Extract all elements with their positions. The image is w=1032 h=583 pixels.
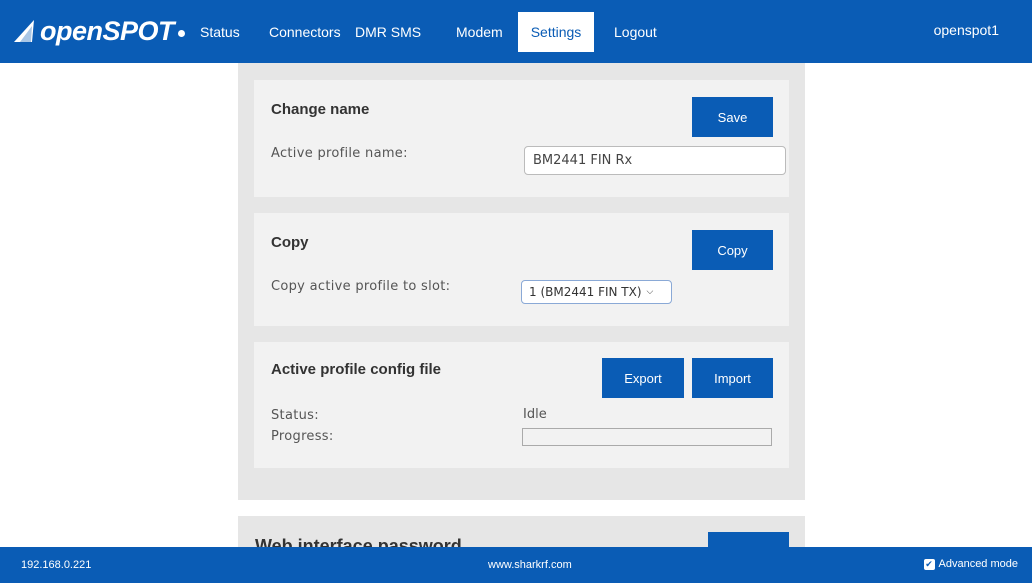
copy-title: Copy: [271, 234, 309, 251]
copy-slot-label: Copy active profile to slot:: [271, 279, 451, 294]
hostname: openspot1: [933, 22, 999, 38]
nav-modem[interactable]: Modem: [440, 12, 519, 52]
change-name-title: Change name: [271, 101, 370, 118]
chevron-down-icon: ⌵: [646, 287, 654, 297]
checkbox-checked-icon[interactable]: ✔: [923, 558, 935, 570]
footer-bar: 192.168.0.221 www.sharkrf.com ✔ Advanced…: [0, 547, 1032, 583]
brand-name: openSPOT: [40, 15, 175, 46]
config-file-card: Active profile config file Export Import…: [254, 342, 789, 468]
brand-logo[interactable]: openSPOT: [12, 14, 186, 48]
shark-fin-icon: [14, 20, 34, 42]
status-value: Idle: [523, 407, 547, 422]
save-button[interactable]: Save: [692, 97, 773, 137]
import-button[interactable]: Import: [692, 358, 773, 398]
status-label: Status:: [271, 408, 319, 423]
nav-dmr-sms[interactable]: DMR SMS: [339, 12, 437, 52]
active-profile-name-input[interactable]: [524, 146, 786, 175]
nav-status[interactable]: Status: [184, 12, 256, 52]
slot-select[interactable]: 1 (BM2441 FIN TX) ⌵: [521, 280, 672, 304]
advanced-mode-toggle[interactable]: ✔ Advanced mode: [923, 558, 1019, 570]
slot-select-value: 1 (BM2441 FIN TX): [529, 285, 642, 299]
settings-panel: Change name Save Active profile name: Co…: [238, 63, 805, 500]
change-name-card: Change name Save Active profile name:: [254, 80, 789, 197]
export-button[interactable]: Export: [602, 358, 684, 398]
sharkrf-link[interactable]: www.sharkrf.com: [488, 559, 572, 571]
device-ip: 192.168.0.221: [21, 559, 92, 571]
config-file-title: Active profile config file: [271, 361, 442, 378]
top-navbar: openSPOT Status Connectors DMR SMS Modem…: [0, 0, 1032, 63]
active-profile-name-label: Active profile name:: [271, 146, 408, 161]
copy-button[interactable]: Copy: [692, 230, 773, 270]
progress-label: Progress:: [271, 429, 334, 444]
copy-card: Copy Copy Copy active profile to slot: 1…: [254, 213, 789, 326]
advanced-mode-label: Advanced mode: [938, 558, 1019, 570]
nav-settings[interactable]: Settings: [518, 12, 594, 52]
progress-bar: [522, 428, 772, 446]
nav-logout[interactable]: Logout: [598, 12, 673, 52]
